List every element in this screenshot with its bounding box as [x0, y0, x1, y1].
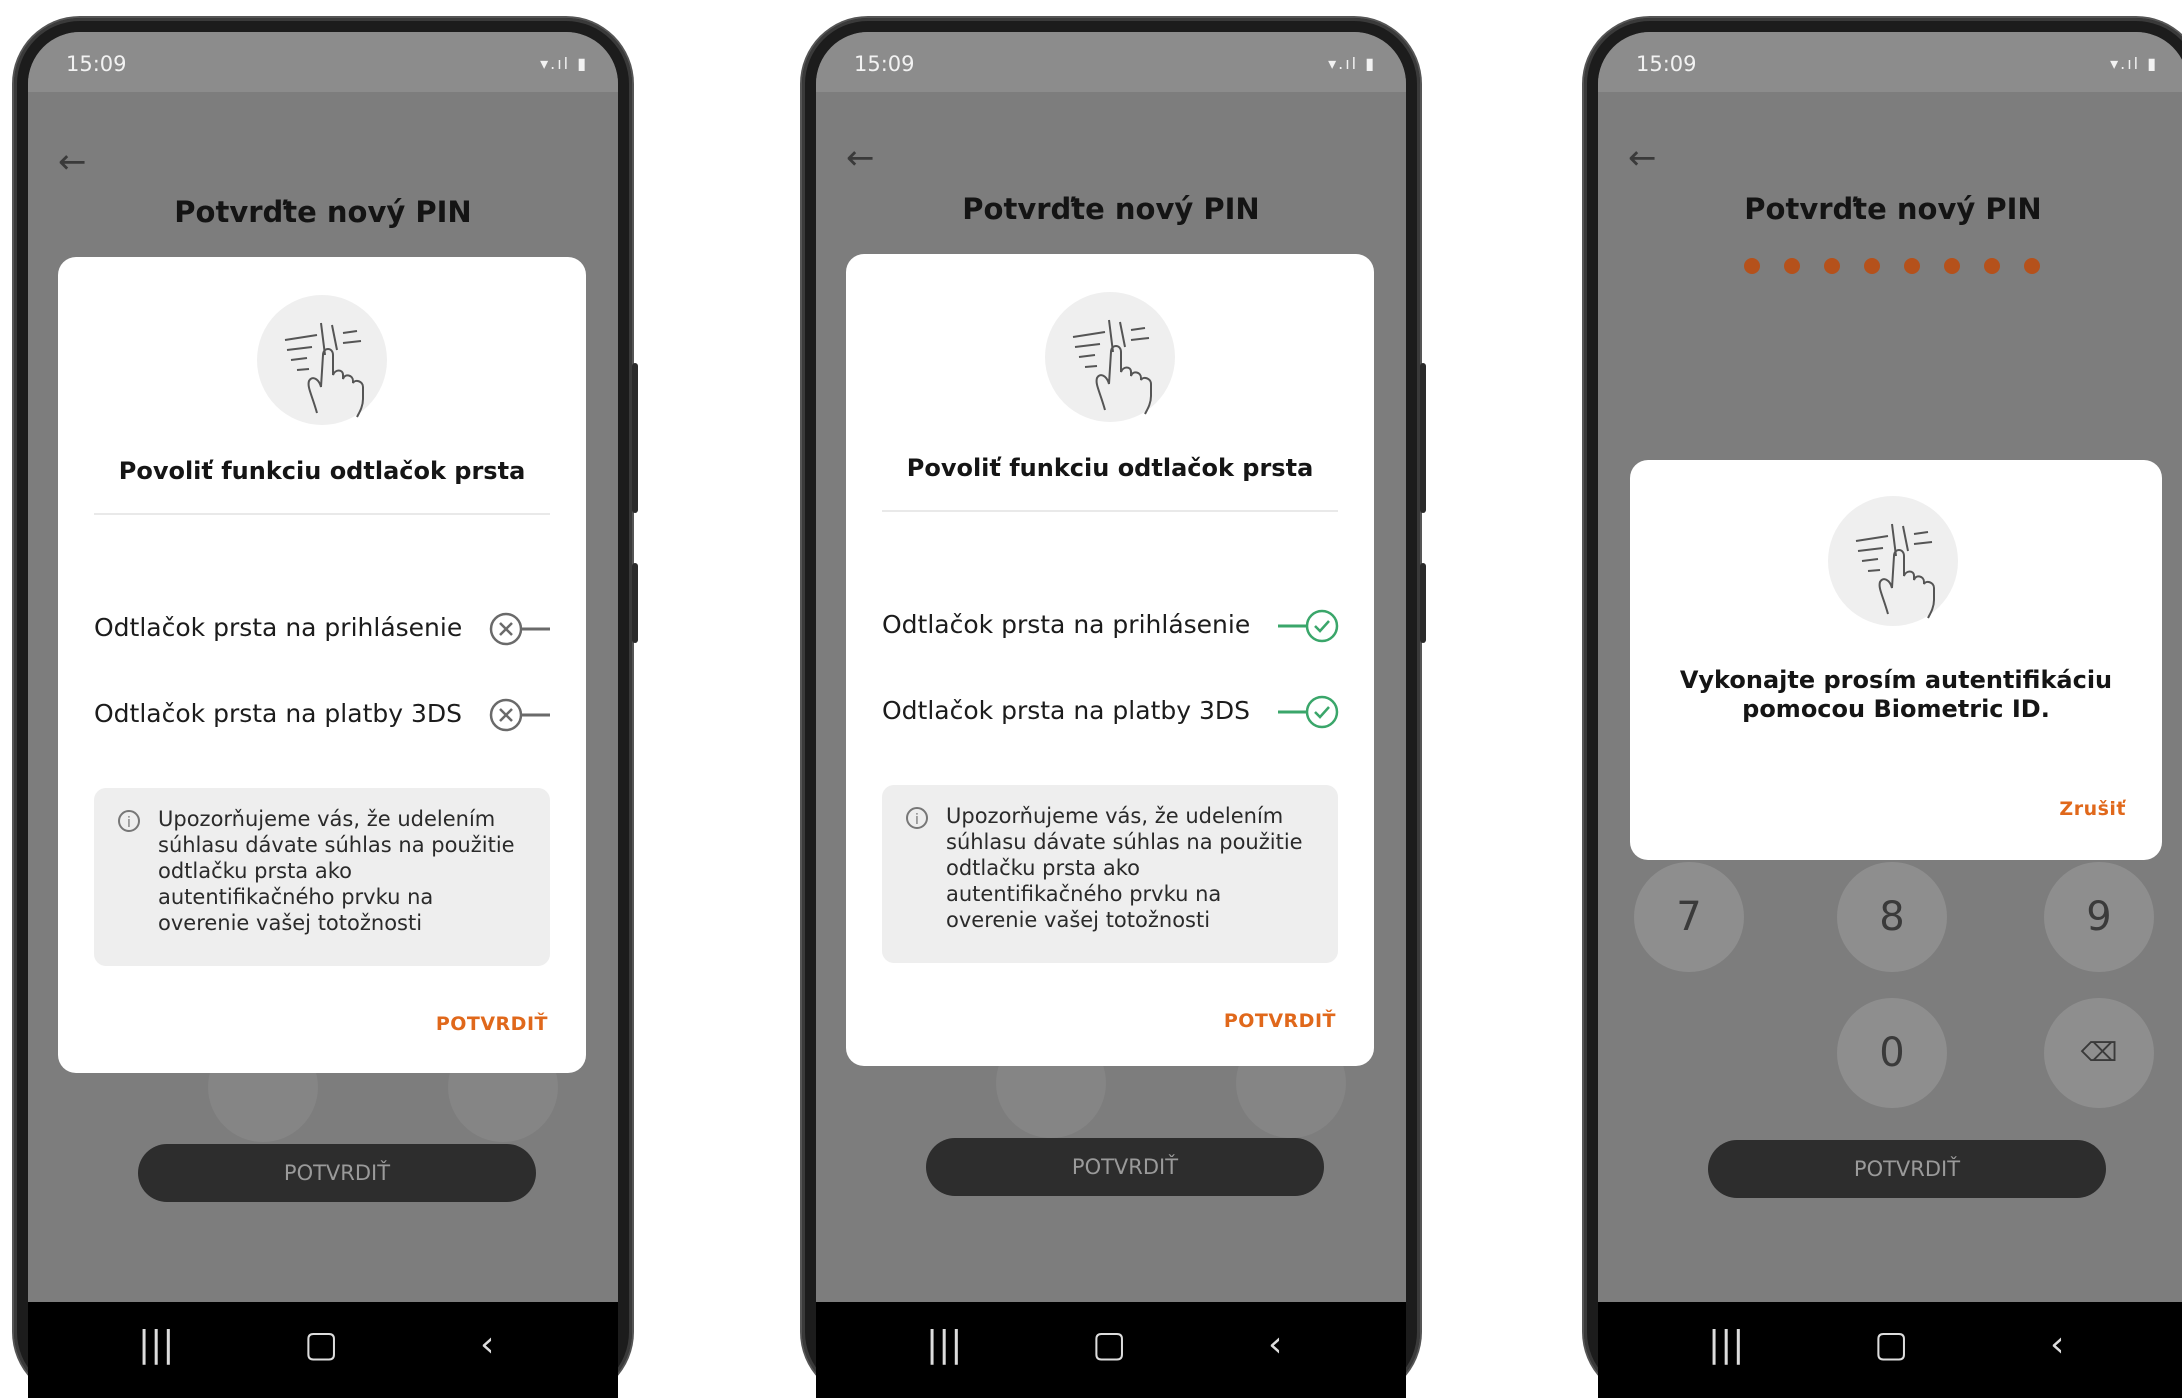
fingerprint-touch-icon: [1828, 496, 1958, 626]
option-login-label: Odtlačok prsta na prihlásenie: [94, 613, 463, 642]
back-arrow-icon[interactable]: ←: [1628, 138, 1657, 178]
recent-apps-icon[interactable]: |||: [1708, 1324, 1744, 1365]
screen-2: 15:09 ▾.ıl ▮ ← Potvrďte nový PIN Povoliť…: [816, 32, 1406, 1398]
home-icon[interactable]: ▢: [304, 1324, 338, 1365]
cancel-button[interactable]: Zrušiť: [2059, 798, 2126, 820]
key-0[interactable]: 0: [1837, 998, 1947, 1108]
confirm-button[interactable]: POTVRDIŤ: [926, 1138, 1324, 1196]
info-line: autentifikačného prvku na: [158, 885, 434, 909]
status-icons: ▾.ıl ▮: [2110, 54, 2158, 73]
card-title: Povoliť funkciu odtlačok prsta: [906, 454, 1314, 482]
key-8[interactable]: 8: [1837, 862, 1947, 972]
info-line: súhlasu dávate súhlas na použitie: [158, 833, 515, 857]
toggle-login-on[interactable]: [1276, 606, 1339, 646]
key-9[interactable]: 9: [2044, 862, 2154, 972]
chevron-left-icon[interactable]: ‹: [1268, 1324, 1282, 1365]
home-icon[interactable]: ▢: [1092, 1324, 1126, 1365]
info-line: súhlasu dávate súhlas na použitie: [946, 830, 1303, 854]
confirm-button[interactable]: POTVRDIŤ: [138, 1144, 536, 1202]
toggle-3ds-off[interactable]: [488, 695, 550, 735]
info-icon: i: [118, 810, 140, 832]
confirm-button[interactable]: POTVRDIŤ: [1708, 1140, 2106, 1198]
fingerprint-touch-icon: [1045, 292, 1175, 422]
option-login-label: Odtlačok prsta na prihlásenie: [882, 610, 1251, 639]
back-arrow-icon[interactable]: ←: [846, 138, 875, 178]
home-icon[interactable]: ▢: [1874, 1324, 1908, 1365]
phone-1: 15:09 ▾.ıl ▮ ← Potvrďte nový PIN Povoliť…: [14, 18, 638, 1398]
phone-3: 15:09 ▾.ıl ▮ ← Potvrďte nový PIN 7 8 9 0…: [1584, 18, 2182, 1398]
fingerprint-dialog: Povoliť funkciu odtlačok prsta Odtlačok …: [58, 257, 586, 1073]
status-bar: 15:09 ▾.ıl ▮: [28, 32, 618, 92]
info-line: odtlačku prsta ako: [158, 859, 352, 883]
dialog-message: Vykonajte prosím autentifikáciu pomocou …: [1630, 666, 2162, 724]
status-time: 15:09: [854, 52, 915, 76]
fingerprint-touch-icon: [257, 295, 387, 425]
info-line: autentifikačného prvku na: [946, 882, 1222, 906]
info-line: odtlačku prsta ako: [946, 856, 1140, 880]
card-confirm-button[interactable]: POTVRDIŤ: [436, 1013, 548, 1035]
info-line: overenie vašej totožnosti: [946, 908, 1211, 932]
option-3ds-label: Odtlačok prsta na platby 3DS: [882, 696, 1251, 725]
back-arrow-icon[interactable]: ←: [58, 142, 87, 182]
divider: [882, 510, 1338, 512]
biometric-dialog: Vykonajte prosím autentifikáciu pomocou …: [1630, 460, 2162, 860]
status-bar: 15:09 ▾.ıl ▮: [816, 32, 1406, 92]
status-icons: ▾.ıl ▮: [1328, 54, 1376, 73]
status-bar: 15:09 ▾.ıl ▮: [1598, 32, 2182, 92]
recent-apps-icon[interactable]: |||: [926, 1324, 962, 1365]
toggle-3ds-on[interactable]: [1276, 692, 1339, 732]
info-icon: i: [906, 807, 928, 829]
phone-2: 15:09 ▾.ıl ▮ ← Potvrďte nový PIN Povoliť…: [802, 18, 1426, 1398]
page-title: Potvrďte nový PIN: [1744, 192, 2042, 226]
info-line: Upozorňujeme vás, že udelením: [946, 804, 1284, 828]
backspace-icon[interactable]: ⌫: [2044, 998, 2154, 1108]
chevron-left-icon[interactable]: ‹: [480, 1324, 494, 1365]
chevron-left-icon[interactable]: ‹: [2050, 1324, 2064, 1365]
android-nav-bar: ||| ▢ ‹: [816, 1302, 1406, 1398]
dialog-line: Vykonajte prosím autentifikáciu: [1679, 666, 2113, 694]
screen-3: 15:09 ▾.ıl ▮ ← Potvrďte nový PIN 7 8 9 0…: [1598, 32, 2182, 1398]
recent-apps-icon[interactable]: |||: [138, 1324, 174, 1365]
key-7[interactable]: 7: [1634, 862, 1744, 972]
fingerprint-dialog: Povoliť funkciu odtlačok prsta Odtlačok …: [846, 254, 1374, 1066]
android-nav-bar: ||| ▢ ‹: [1598, 1302, 2182, 1398]
card-confirm-button[interactable]: POTVRDIŤ: [1224, 1010, 1336, 1032]
status-time: 15:09: [66, 52, 127, 76]
option-3ds-label: Odtlačok prsta na platby 3DS: [94, 699, 463, 728]
divider: [94, 513, 550, 515]
status-time: 15:09: [1636, 52, 1697, 76]
dialog-line: pomocou Biometric ID.: [1742, 695, 2050, 723]
screen-1: 15:09 ▾.ıl ▮ ← Potvrďte nový PIN Povoliť…: [28, 32, 618, 1398]
info-box: i Upozorňujeme vás, že udelením súhlasu …: [94, 788, 550, 966]
info-line: Upozorňujeme vás, že udelením: [158, 807, 496, 831]
page-title: Potvrďte nový PIN: [962, 192, 1260, 226]
info-box: i Upozorňujeme vás, že udelením súhlasu …: [882, 785, 1338, 963]
status-icons: ▾.ıl ▮: [540, 54, 588, 73]
toggle-login-off[interactable]: [488, 609, 550, 649]
page-title: Potvrďte nový PIN: [174, 195, 472, 229]
info-line: overenie vašej totožnosti: [158, 911, 423, 935]
card-title: Povoliť funkciu odtlačok prsta: [118, 457, 526, 485]
android-nav-bar: ||| ▢ ‹: [28, 1302, 618, 1398]
